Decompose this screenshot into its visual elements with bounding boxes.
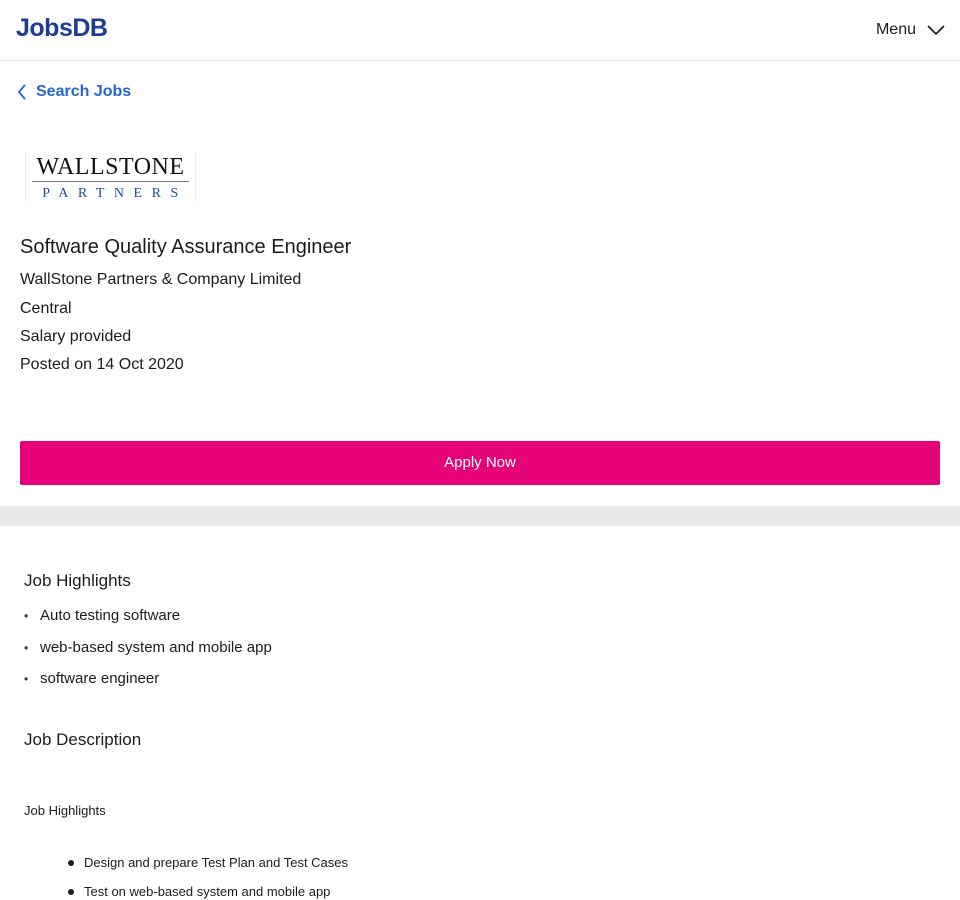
menu-button[interactable]: Menu (876, 18, 946, 42)
salary-info: Salary provided (20, 328, 132, 345)
highlight-item: web-based system and mobile app (24, 633, 272, 665)
apply-now-button[interactable]: Apply Now (20, 441, 940, 485)
menu-label: Menu (875, 21, 916, 38)
description-item: Design and prepare Test Plan and Test Ca… (67, 853, 348, 882)
company-name[interactable]: WallStone Partners & Company Limited (20, 270, 301, 290)
company-logo-line2: PARTNERS (42, 186, 188, 201)
section-divider (0, 506, 960, 526)
jobsdb-logo[interactable]: JobsDB (16, 13, 108, 43)
chevron-left-icon (17, 84, 26, 100)
company-logo: WALLSTONE PARTNERS (25, 152, 196, 202)
posted-date: Posted on 14 Oct 2020 (20, 356, 184, 373)
job-highlights-list: Auto testing software web-based system a… (24, 601, 272, 696)
chevron-down-icon (927, 25, 945, 36)
company-logo-line1: WALLSTONE (36, 154, 185, 180)
job-title: Software Quality Assurance Engineer (20, 236, 352, 258)
back-to-search-link[interactable]: Search Jobs (16, 82, 131, 102)
job-location: Central (20, 300, 72, 317)
top-header: JobsDB Menu (0, 0, 960, 61)
highlight-item: Auto testing software (24, 601, 272, 633)
back-label: Search Jobs (36, 83, 132, 100)
company-logo-divider (32, 181, 189, 182)
job-highlights-heading: Job Highlights (24, 571, 131, 590)
description-list: Design and prepare Test Plan and Test Ca… (67, 853, 348, 900)
description-subheading: Job Highlights (24, 803, 106, 818)
highlight-item: software engineer (24, 664, 272, 696)
job-description-heading: Job Description (24, 730, 142, 749)
description-item: Test on web-based system and mobile app (67, 882, 348, 900)
